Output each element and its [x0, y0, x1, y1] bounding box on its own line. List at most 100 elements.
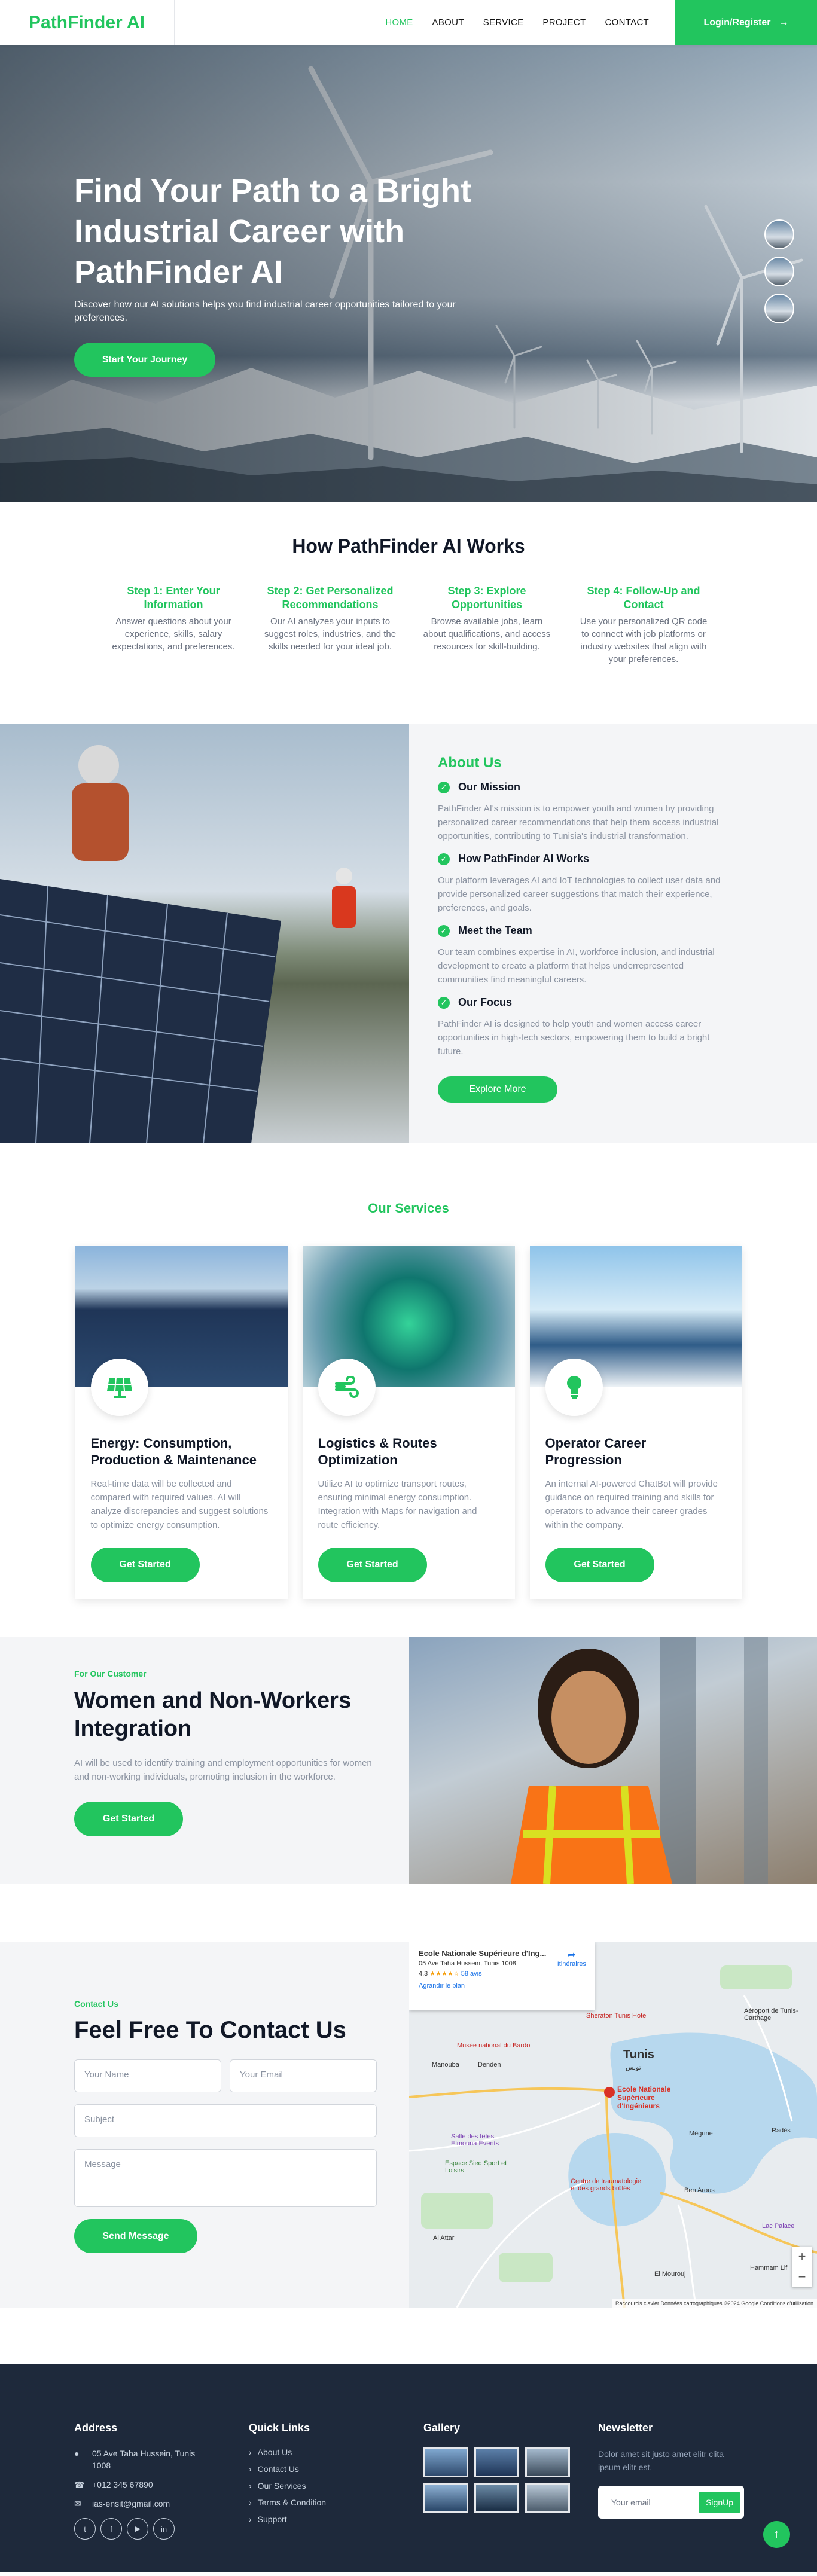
gallery-image[interactable] — [474, 2447, 519, 2477]
map-reviews-link[interactable]: 58 avis — [461, 1970, 482, 1977]
about-item-mission: ✓ Our Mission PathFinder AI's mission is … — [438, 781, 732, 843]
about-item-heading: Our Mission — [458, 781, 521, 793]
newsletter-email-input[interactable]: Your email — [611, 2498, 651, 2507]
logo[interactable]: PathFinder AI — [0, 0, 175, 45]
step-4: Step 4: Follow-Up and Contact Use your p… — [577, 584, 711, 666]
login-register-label: Login/Register — [703, 17, 771, 28]
services-section: Our Services Energy: Consumption, Produc… — [0, 1143, 817, 1637]
twitter-icon[interactable]: t — [74, 2518, 96, 2540]
footer: Address ● 05 Ave Taha Hussein, Tunis 1008… — [0, 2364, 817, 2572]
map-pin-icon: ● — [74, 2449, 80, 2458]
footer-heading: Address — [74, 2422, 118, 2434]
about-item-text: PathFinder AI's mission is to empower yo… — [438, 804, 719, 841]
lightbulb-icon — [545, 1359, 603, 1416]
footer-heading: Newsletter — [598, 2422, 653, 2434]
start-journey-button[interactable]: Start Your Journey — [74, 343, 215, 377]
get-started-button[interactable]: Get Started — [90, 1548, 200, 1582]
gallery-image[interactable] — [525, 2447, 570, 2477]
send-message-button[interactable]: Send Message — [74, 2219, 197, 2253]
nav-service[interactable]: SERVICE — [474, 17, 534, 28]
carousel-thumb-1[interactable] — [764, 219, 794, 249]
zoom-in-button[interactable]: + — [798, 2249, 806, 2264]
check-circle-icon: ✓ — [438, 781, 450, 793]
service-title: Energy: Consumption, Production & Mainte… — [90, 1436, 257, 1467]
newsletter-form: Your email SignUp — [598, 2486, 744, 2519]
directions-icon: ➦ — [568, 1950, 576, 1960]
nav-home[interactable]: HOME — [376, 17, 422, 28]
youtube-icon[interactable]: ▶ — [127, 2518, 148, 2540]
women-integration-section: For Our Customer Women and Non-Workers I… — [0, 1637, 817, 1884]
about-item-team: ✓ Meet the Team Our team combines experti… — [438, 924, 732, 987]
map-enlarge-link[interactable]: Agrandir le plan — [419, 1982, 465, 1989]
social-links: t f ▶ in — [74, 2518, 249, 2540]
nav-about[interactable]: ABOUT — [423, 17, 474, 28]
get-started-button[interactable]: Get Started — [74, 1802, 183, 1836]
zoom-out-button[interactable]: − — [798, 2269, 806, 2285]
footer-gallery-column: Gallery — [423, 2422, 598, 2572]
service-text: Utilize AI to optimize transport routes,… — [318, 1479, 477, 1530]
gallery-image[interactable] — [474, 2483, 519, 2513]
subject-input[interactable]: Subject — [74, 2104, 377, 2137]
step-title: Step 3: Explore Opportunities — [447, 585, 526, 611]
women-text: AI will be used to identify training and… — [74, 1758, 372, 1782]
footer-link-support[interactable]: Support — [249, 2514, 423, 2524]
envelope-icon: ✉ — [74, 2499, 81, 2508]
footer-link-services[interactable]: Our Services — [249, 2481, 423, 2490]
explore-more-button[interactable]: Explore More — [438, 1076, 557, 1103]
about-item-focus: ✓ Our Focus PathFinder AI is designed to … — [438, 996, 732, 1058]
gallery-image[interactable] — [423, 2447, 468, 2477]
nav-project[interactable]: PROJECT — [533, 17, 595, 28]
footer-email: ias-ensit@gmail.com — [92, 2499, 170, 2508]
main-menu: HOME ABOUT SERVICE PROJECT CONTACT — [376, 0, 659, 45]
nav-contact[interactable]: CONTACT — [596, 17, 659, 28]
woman-worker-image — [409, 1637, 817, 1884]
service-card-logistics: Logistics & Routes Optimization Utilize … — [302, 1246, 515, 1599]
gallery-image[interactable] — [423, 2483, 468, 2513]
gallery-image[interactable] — [525, 2483, 570, 2513]
women-eyebrow: For Our Customer — [74, 1669, 147, 1678]
service-cards: Energy: Consumption, Production & Mainte… — [0, 1246, 817, 1599]
check-circle-icon: ✓ — [438, 996, 450, 1009]
step-2: Step 2: Get Personalized Recommendations… — [263, 584, 397, 666]
step-3: Step 3: Explore Opportunities Browse ava… — [420, 584, 554, 666]
get-started-button[interactable]: Get Started — [545, 1548, 654, 1582]
login-register-button[interactable]: Login/Register → — [675, 0, 817, 45]
about-content: About Us ✓ Our Mission PathFinder AI's mi… — [409, 724, 732, 1143]
footer-links-column: Quick Links About Us Contact Us Our Serv… — [249, 2422, 423, 2572]
message-textarea[interactable]: Message — [74, 2149, 377, 2207]
footer-heading: Quick Links — [249, 2422, 310, 2434]
gallery-grid — [423, 2447, 598, 2513]
footer-link-contact[interactable]: Contact Us — [249, 2464, 423, 2474]
navbar: PathFinder AI HOME ABOUT SERVICE PROJECT… — [0, 0, 817, 45]
service-title: Operator Career Progression — [545, 1436, 647, 1467]
about-item-text: Our platform leverages AI and IoT techno… — [438, 875, 721, 913]
back-to-top-button[interactable]: ↑ — [763, 2521, 790, 2548]
map-directions[interactable]: ➦ Itinéraires — [557, 1949, 586, 1968]
footer-newsletter-column: Newsletter Dolor amet sit justo amet eli… — [598, 2422, 773, 2572]
carousel-thumb-3[interactable] — [764, 294, 794, 323]
contact-eyebrow: Contact Us — [74, 1999, 118, 2009]
hero-content: Find Your Path to a Bright Industrial Ca… — [74, 170, 505, 377]
footer-link-terms[interactable]: Terms & Condition — [249, 2498, 423, 2507]
carousel-thumb-2[interactable] — [764, 257, 794, 286]
service-text: Real-time data will be collected and com… — [90, 1479, 269, 1530]
footer-phone: +012 345 67890 — [92, 2480, 153, 2489]
linkedin-icon[interactable]: in — [153, 2518, 175, 2540]
step-text: Our AI analyzes your inputs to suggest r… — [264, 616, 397, 652]
map-rating-stars: ★★★★☆ — [429, 1970, 459, 1977]
footer-link-about[interactable]: About Us — [249, 2447, 423, 2457]
solar-panel-icon — [90, 1359, 148, 1416]
step-1: Step 1: Enter Your Information Answer qu… — [106, 584, 240, 666]
google-map[interactable]: Ecole Nationale Supérieure d'Ing... 05 A… — [409, 1942, 817, 2308]
step-text: Answer questions about your experience, … — [112, 616, 235, 652]
signup-button[interactable]: SignUp — [699, 2491, 740, 2513]
step-title: Step 2: Get Personalized Recommendations — [267, 585, 394, 611]
map-zoom-control: + − — [792, 2247, 812, 2287]
facebook-icon[interactable]: f — [100, 2518, 122, 2540]
contact-section: Contact Us Feel Free To Contact Us Your … — [0, 1942, 817, 2308]
get-started-button[interactable]: Get Started — [318, 1548, 427, 1582]
step-text: Use your personalized QR code to connect… — [580, 616, 708, 664]
email-input[interactable]: Your Email — [230, 2059, 377, 2092]
step-text: Browse available jobs, learn about quali… — [423, 616, 551, 652]
name-input[interactable]: Your Name — [74, 2059, 221, 2092]
